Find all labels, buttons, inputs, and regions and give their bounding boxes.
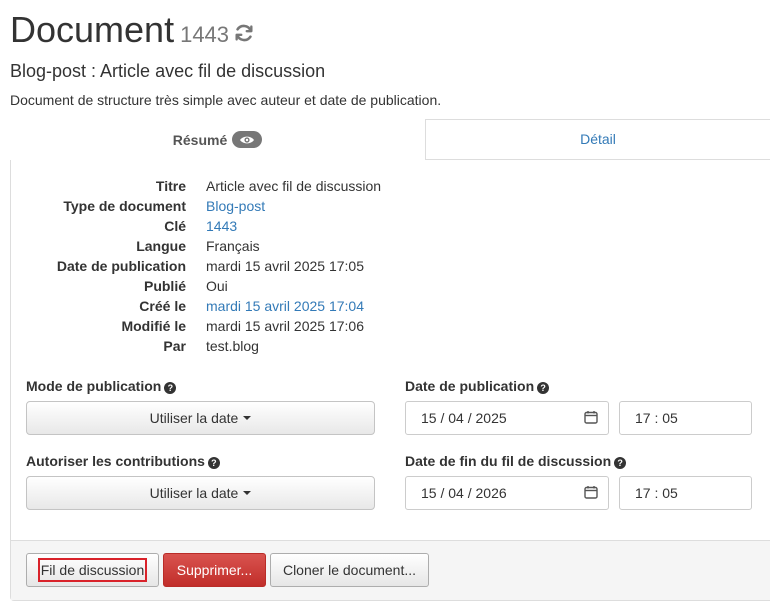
property-value: mardi 15 avril 2025 17:06 [206,318,364,334]
refresh-icon[interactable] [233,10,255,54]
page-title: Document 1443 [10,8,255,57]
property-row-key: Clé 1443 [10,216,770,236]
tab-summary[interactable]: Résumé [10,119,426,160]
delete-button-label: Supprimer... [176,562,253,578]
property-label: Date de publication [56,258,186,274]
publication-time-input[interactable]: 17 : 05 [619,401,752,435]
thread-end-date-input[interactable]: 15 / 04 / 2026 [405,476,609,510]
publication-mode-dropdown[interactable]: Utiliser la date [26,401,375,435]
eye-icon [232,131,263,148]
discussion-thread-button-label: Fil de discussion [37,558,148,582]
property-row-modified: Modifié le mardi 15 avril 2025 17:06 [10,316,770,336]
calendar-icon[interactable] [584,410,598,427]
time-value: 17 : 05 [635,410,678,426]
property-row-published: Publié Oui [10,276,770,296]
property-row-publication-date: Date de publication mardi 15 avril 2025 … [10,256,770,276]
tab-detail[interactable]: Détail [426,119,770,160]
contributions-label: Autoriser les contributions? [26,452,220,470]
caret-down-icon [243,416,252,420]
help-icon[interactable]: ? [164,382,177,394]
properties-list: Titre Article avec fil de discussion Typ… [10,176,770,356]
time-value: 17 : 05 [635,485,678,501]
thread-end-date-label-text: Date de fin du fil de discussion [405,453,612,469]
property-label: Titre [155,178,186,194]
property-value: Français [206,238,260,254]
property-label: Type de document [63,198,186,214]
property-value: mardi 15 avril 2025 17:05 [206,258,364,274]
property-value: Oui [206,278,228,294]
page-title-text: Document [10,9,175,50]
tab-detail-label: Détail [580,131,616,147]
clone-document-button-label: Cloner le document... [282,562,417,578]
property-label: Publié [143,278,186,294]
document-id: 1443 [180,22,230,47]
contributions-label-text: Autoriser les contributions [26,453,205,469]
created-date-link[interactable]: mardi 15 avril 2025 17:04 [206,296,364,316]
property-label: Par [163,338,186,354]
contributions-value: Utiliser la date [149,485,239,501]
document-type-link[interactable]: Blog-post [206,196,265,216]
help-icon[interactable]: ? [614,457,627,469]
tab-summary-label: Résumé [172,131,228,148]
property-label: Modifié le [121,318,186,334]
thread-end-date-label: Date de fin du fil de discussion? [405,452,627,470]
publication-mode-value: Utiliser la date [149,410,239,426]
property-value: test.blog [206,338,259,354]
publication-mode-label-text: Mode de publication [26,378,162,394]
help-icon[interactable]: ? [537,382,550,394]
clone-document-button[interactable]: Cloner le document... [270,553,429,587]
document-subtitle: Blog-post : Article avec fil de discussi… [10,61,326,81]
property-value: Article avec fil de discussion [206,178,382,194]
property-row-author: Par test.blog [10,336,770,356]
publication-mode-label: Mode de publication? [26,377,177,395]
publication-date-label-text: Date de publication [405,378,535,394]
delete-button[interactable]: Supprimer... [163,553,266,587]
date-value: 15 / 04 / 2026 [421,485,507,501]
thread-end-time-input[interactable]: 17 : 05 [619,476,752,510]
property-row-type: Type de document Blog-post [10,196,770,216]
date-value: 15 / 04 / 2025 [421,410,507,426]
property-label: Créé le [139,298,186,314]
help-icon[interactable]: ? [207,457,220,469]
document-description: Document de structure très simple avec a… [10,92,442,108]
caret-down-icon [243,491,252,495]
publication-date-label: Date de publication? [405,377,550,395]
property-row-created: Créé le mardi 15 avril 2025 17:04 [10,296,770,316]
publication-date-input[interactable]: 15 / 04 / 2025 [405,401,609,435]
property-label: Langue [136,238,186,254]
property-row-language: Langue Français [10,236,770,256]
discussion-thread-button[interactable]: Fil de discussion [26,553,159,587]
property-row-title: Titre Article avec fil de discussion [10,176,770,196]
property-label: Clé [164,218,186,234]
contributions-dropdown[interactable]: Utiliser la date [26,476,375,510]
calendar-icon[interactable] [584,485,598,502]
document-key-link[interactable]: 1443 [206,216,237,236]
